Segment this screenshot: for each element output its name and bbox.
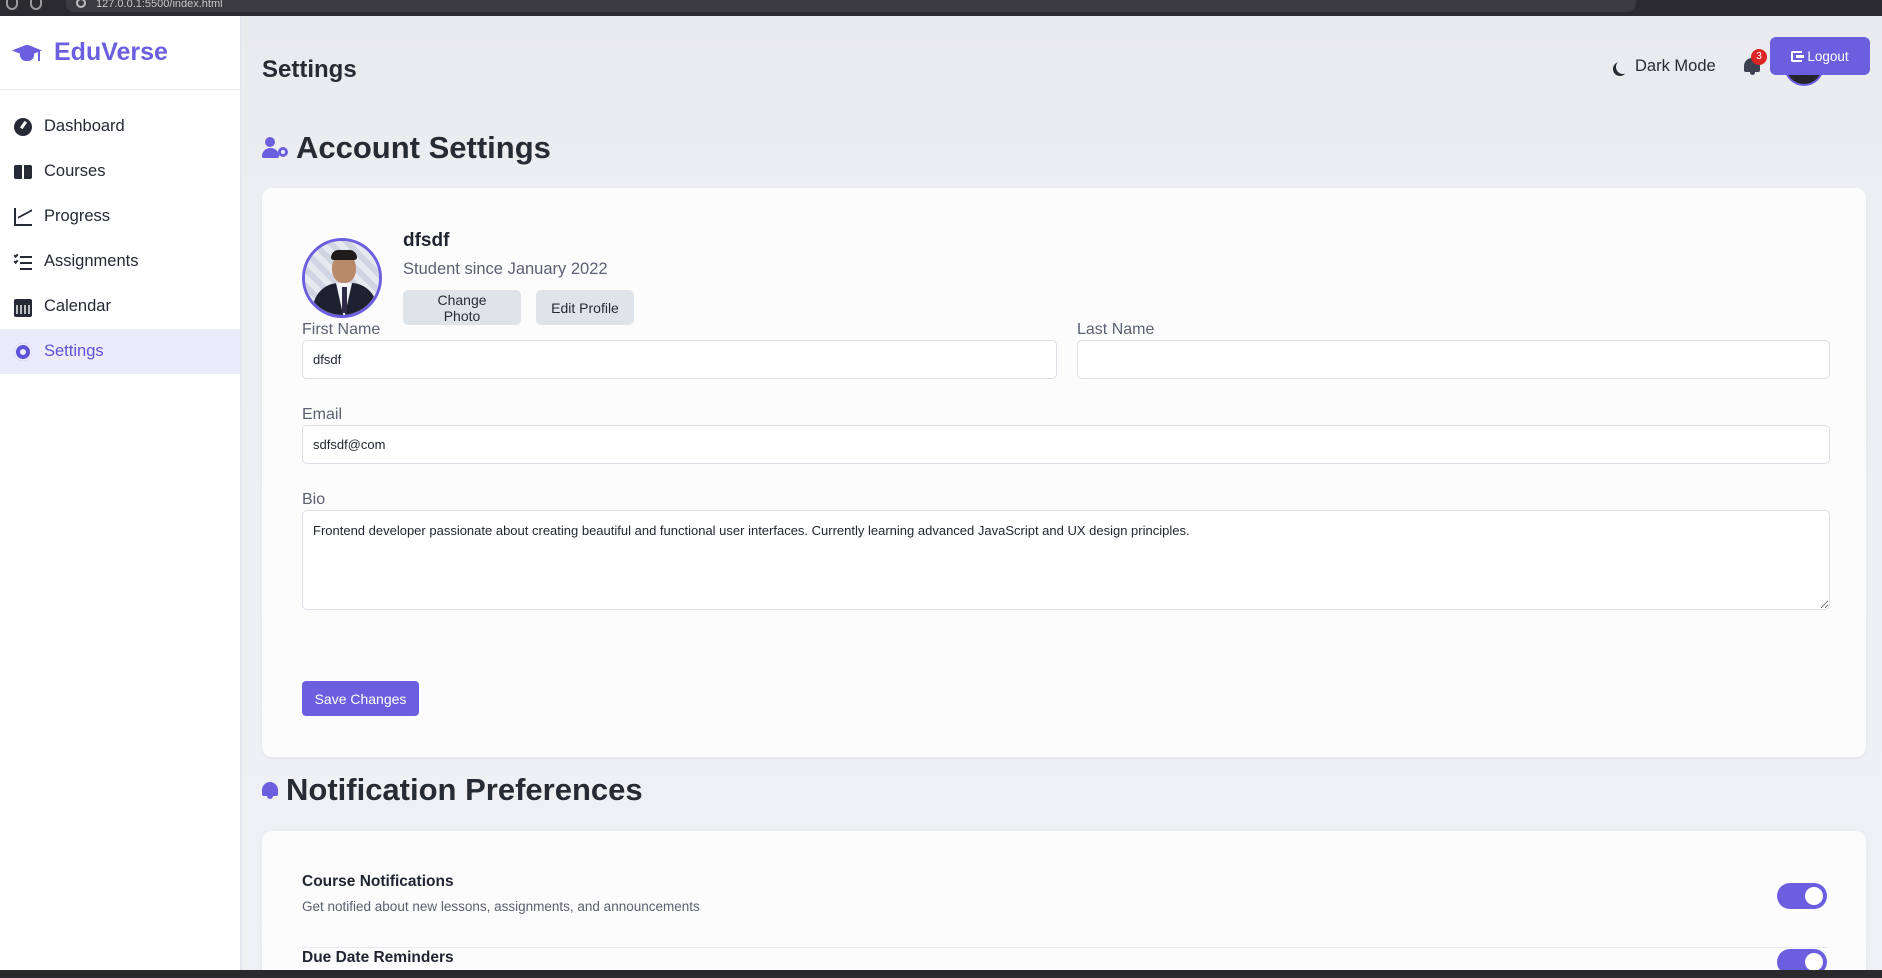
first-name-label: First Name — [302, 321, 381, 338]
reload-icon[interactable] — [30, 0, 42, 10]
edit-profile-button[interactable]: Edit Profile — [536, 290, 634, 325]
gear-icon — [12, 340, 34, 363]
notification-preferences-card: Course Notifications Get notified about … — [262, 831, 1866, 978]
sidebar-item-label: Assignments — [44, 252, 139, 270]
change-photo-button[interactable]: Change Photo — [403, 290, 521, 325]
graduation-cap-icon — [12, 41, 42, 65]
sidebar-nav: Dashboard Courses Progress Assignments C… — [0, 90, 240, 374]
sidebar-item-courses[interactable]: Courses — [0, 149, 240, 194]
pref-title: Due Date Reminders — [302, 949, 454, 966]
app-window: EduVerse Dashboard Courses Progress Assi… — [0, 16, 1882, 978]
email-label: Email — [302, 406, 343, 423]
sign-out-icon — [1791, 50, 1805, 62]
line-chart-icon — [14, 207, 32, 226]
save-changes-button[interactable]: Save Changes — [302, 681, 419, 716]
brand-name: EduVerse — [54, 38, 168, 66]
book-open-icon — [14, 163, 32, 181]
browser-toolbar: 127.0.0.1:5500/index.html — [0, 0, 1882, 16]
logout-button[interactable]: Logout — [1770, 37, 1870, 75]
account-settings-card: dfsdf Student since January 2022 Change … — [262, 188, 1866, 757]
sidebar-item-progress[interactable]: Progress — [0, 194, 240, 239]
sidebar-item-label: Progress — [44, 207, 111, 225]
back-icon[interactable] — [6, 0, 18, 10]
page-title: Settings — [262, 56, 357, 83]
notification-badge: 3 — [1751, 49, 1767, 65]
main-content: Settings Dark Mode 3 Logout Account Sett… — [243, 16, 1882, 978]
notification-preferences-heading: Notification Preferences — [262, 772, 643, 808]
address-bar[interactable]: 127.0.0.1:5500/index.html — [66, 0, 1636, 12]
sidebar-item-dashboard[interactable]: Dashboard — [0, 104, 240, 149]
sidebar: EduVerse Dashboard Courses Progress Assi… — [0, 16, 242, 970]
sidebar-item-settings[interactable]: Settings — [0, 329, 240, 374]
logout-label: Logout — [1807, 48, 1849, 64]
divider — [302, 947, 1827, 948]
bell-icon — [262, 780, 278, 800]
profile-photo — [302, 238, 382, 318]
pref-description: Get notified about new lessons, assignme… — [302, 899, 700, 914]
course-notifications-toggle[interactable] — [1777, 883, 1827, 909]
address-text: 127.0.0.1:5500/index.html — [96, 0, 223, 10]
window-bottom-edge — [0, 970, 1882, 978]
last-name-field[interactable] — [1077, 340, 1830, 379]
first-name-field[interactable] — [302, 340, 1057, 379]
member-since: Student since January 2022 — [403, 260, 608, 278]
profile-name: dfsdf — [403, 230, 450, 251]
section-title-text: Account Settings — [296, 130, 551, 165]
last-name-label: Last Name — [1077, 321, 1155, 338]
bio-label: Bio — [302, 491, 326, 508]
brand[interactable]: EduVerse — [0, 16, 240, 90]
section-title-text: Notification Preferences — [286, 772, 643, 807]
account-settings-heading: Account Settings — [262, 130, 551, 166]
moon-icon — [1616, 60, 1630, 74]
sidebar-item-label: Dashboard — [44, 117, 125, 135]
tasks-icon — [13, 252, 32, 271]
site-info-icon[interactable] — [76, 0, 86, 8]
pref-course-notifications: Course Notifications Get notified about … — [302, 873, 1827, 923]
sidebar-item-calendar[interactable]: Calendar — [0, 284, 240, 329]
sidebar-item-label: Calendar — [44, 297, 111, 315]
calendar-icon — [14, 298, 32, 317]
sidebar-item-label: Courses — [44, 162, 106, 180]
sidebar-item-label: Settings — [44, 342, 104, 360]
dashboard-icon — [14, 117, 32, 136]
email-field[interactable] — [302, 425, 1830, 464]
user-gear-icon — [262, 137, 288, 159]
sidebar-item-assignments[interactable]: Assignments — [0, 239, 240, 284]
dark-mode-label: Dark Mode — [1635, 57, 1716, 75]
notifications-button[interactable]: 3 — [1742, 49, 1767, 77]
bio-field[interactable]: Frontend developer passionate about crea… — [302, 510, 1830, 610]
dark-mode-toggle[interactable]: Dark Mode — [1613, 57, 1716, 76]
pref-title: Course Notifications — [302, 873, 454, 890]
